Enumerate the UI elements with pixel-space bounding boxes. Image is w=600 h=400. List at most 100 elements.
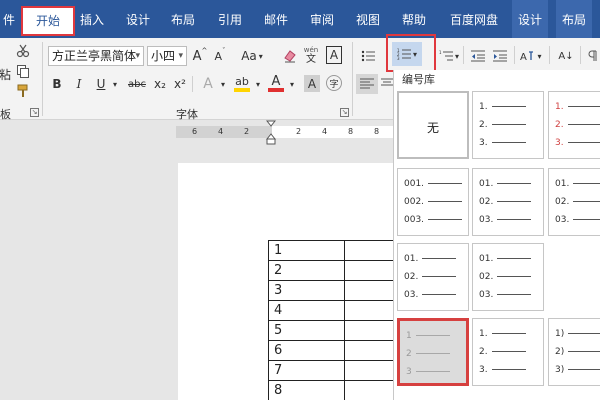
numbering-option[interactable]: 1) 2) 3) (548, 318, 600, 386)
char-shading-button[interactable]: A (304, 75, 320, 92)
numbering-preview-label: 001. (404, 179, 425, 189)
show-marks-icon[interactable] (585, 46, 600, 66)
numbering-preview-line (497, 258, 532, 259)
shrink-font-button[interactable]: Aˇ (212, 46, 228, 66)
numbering-preview-line (568, 351, 600, 352)
change-case-button[interactable]: Aa ▾ (240, 46, 264, 66)
chevron-down-icon[interactable]: ▾ (135, 47, 140, 65)
text-effects-button[interactable]: A (198, 74, 218, 94)
numbering-preview-label: 03. (404, 290, 419, 300)
numbering-option-none[interactable]: 无 (397, 91, 469, 159)
table-cell[interactable]: 7 (268, 360, 345, 381)
font-color-button[interactable]: A (266, 73, 286, 95)
sort-button[interactable]: A↓ (556, 46, 576, 66)
table-row[interactable]: 1 (268, 240, 405, 261)
format-painter-icon[interactable] (14, 82, 32, 100)
numbering-option[interactable]: 1. 2. 3. (472, 318, 544, 386)
horizontal-ruler[interactable]: 6 4 2 2 4 8 8 (176, 126, 394, 138)
numbering-option[interactable]: 1. 2. 3. (548, 91, 600, 159)
table-row[interactable]: 8 (268, 380, 405, 400)
table-cell[interactable]: 6 (268, 340, 345, 361)
numbering-preview-row: 2 (406, 347, 450, 361)
decrease-indent-icon[interactable] (468, 46, 488, 66)
tab-references[interactable]: 引用 (212, 0, 248, 38)
font-size-value: 小四 (151, 49, 176, 63)
clear-format-icon[interactable] (282, 46, 298, 66)
tab-table-layout[interactable]: 布局 (556, 0, 592, 38)
increase-indent-icon[interactable] (490, 46, 510, 66)
tab-design[interactable]: 设计 (120, 0, 156, 38)
ruler-tick: 8 (374, 127, 380, 136)
chevron-down-icon[interactable]: ▾ (178, 47, 183, 65)
table-row[interactable]: 4 (268, 300, 405, 321)
italic-button[interactable]: I (72, 74, 86, 94)
chevron-down-icon[interactable]: ▾ (253, 74, 263, 94)
chevron-down-icon[interactable]: ▾ (455, 52, 459, 61)
table-row[interactable]: 2 (268, 260, 405, 281)
font-size-combo[interactable]: 小四 ▾ (147, 46, 187, 66)
paste-button[interactable]: 粘 (0, 66, 12, 82)
tab-insert[interactable]: 插入 (76, 0, 108, 38)
tab-view[interactable]: 视图 (350, 0, 386, 38)
table-row[interactable]: 3 (268, 280, 405, 301)
numbering-preview-line (491, 142, 526, 143)
tab-help[interactable]: 帮助 (396, 0, 432, 38)
tab-layout[interactable]: 布局 (165, 0, 201, 38)
numbering-preview-row: 03. (479, 288, 532, 302)
enclose-char-button[interactable]: 字 (326, 75, 342, 91)
tab-baidu-netdisk[interactable]: 百度网盘 (442, 0, 506, 38)
grow-font-button[interactable]: A ^ (192, 46, 208, 66)
numbering-option[interactable]: 01. 02. 03. (548, 168, 600, 236)
numbering-preview-row: 1. (479, 327, 526, 341)
tab-file[interactable]: 件 (0, 0, 18, 38)
numbering-option[interactable]: 1. 2. 3. (472, 91, 544, 159)
tab-table-design[interactable]: 设计 (512, 0, 548, 38)
superscript-button[interactable]: x² (172, 74, 188, 94)
underline-button[interactable]: U (94, 74, 108, 94)
chevron-down-icon[interactable]: ▾ (287, 74, 297, 94)
strikethrough-button[interactable]: abc (126, 74, 148, 94)
subscript-button[interactable]: x₂ (152, 74, 168, 94)
table-row[interactable]: 5 (268, 320, 405, 341)
numbering-option[interactable]: 01. 02. 03. (472, 168, 544, 236)
table-row[interactable]: 6 (268, 340, 405, 361)
table-cell[interactable]: 4 (268, 300, 345, 321)
font-launcher-icon[interactable]: ↘ (340, 108, 349, 117)
table-cell[interactable]: 1 (268, 240, 345, 261)
chevron-down-icon[interactable]: ▾ (537, 52, 541, 61)
ribbon-tab-bar: 件 开始 插入 设计 布局 引用 邮件 审阅 视图 帮助 百度网盘 设计 布局 (0, 0, 600, 38)
table-cell[interactable]: 2 (268, 260, 345, 281)
numbering-option[interactable]: 01. 02. 03. (472, 243, 544, 311)
table-cell[interactable]: 5 (268, 320, 345, 341)
shrink-font-glyph: A (214, 49, 223, 63)
align-center-icon[interactable] (380, 74, 394, 94)
indent-marker-icon[interactable] (266, 120, 276, 146)
chevron-down-icon[interactable]: ▾ (110, 74, 120, 94)
document-table[interactable]: 12345678 (268, 240, 405, 400)
phonetic-guide-button[interactable]: wén 文 (303, 43, 319, 67)
divider (192, 76, 193, 92)
char-border-button[interactable]: A (326, 46, 342, 64)
highlight-button[interactable]: ab (232, 73, 252, 95)
align-left-icon[interactable] (356, 74, 378, 94)
numbering-preview-row: 3. (479, 136, 526, 150)
tab-mailings[interactable]: 邮件 (258, 0, 294, 38)
numbering-option[interactable]: 001. 002. 003. (397, 168, 469, 236)
font-name-combo[interactable]: 方正兰亭黑简体 ▾ (48, 46, 144, 66)
numbering-preview-label: 003. (404, 215, 425, 225)
tab-home[interactable]: 开始 (21, 6, 75, 36)
table-row[interactable]: 7 (268, 360, 405, 381)
table-cell[interactable]: 3 (268, 280, 345, 301)
chinese-layout-icon[interactable]: A ▾ (518, 46, 544, 66)
chevron-down-icon[interactable]: ▾ (218, 74, 228, 94)
bold-button[interactable]: B (50, 74, 64, 94)
clipboard-launcher-icon[interactable]: ↘ (30, 108, 39, 117)
numbering-option[interactable]: 1 2 3 (397, 318, 469, 386)
numbering-option[interactable]: 01. 02. 03. (397, 243, 469, 311)
bullets-icon[interactable] (358, 46, 378, 66)
multilevel-list-icon[interactable]: 1 ▾ (438, 46, 460, 66)
copy-icon[interactable] (14, 62, 32, 80)
tab-review[interactable]: 审阅 (304, 0, 340, 38)
table-cell[interactable]: 8 (268, 380, 345, 400)
cut-icon[interactable] (14, 42, 32, 60)
